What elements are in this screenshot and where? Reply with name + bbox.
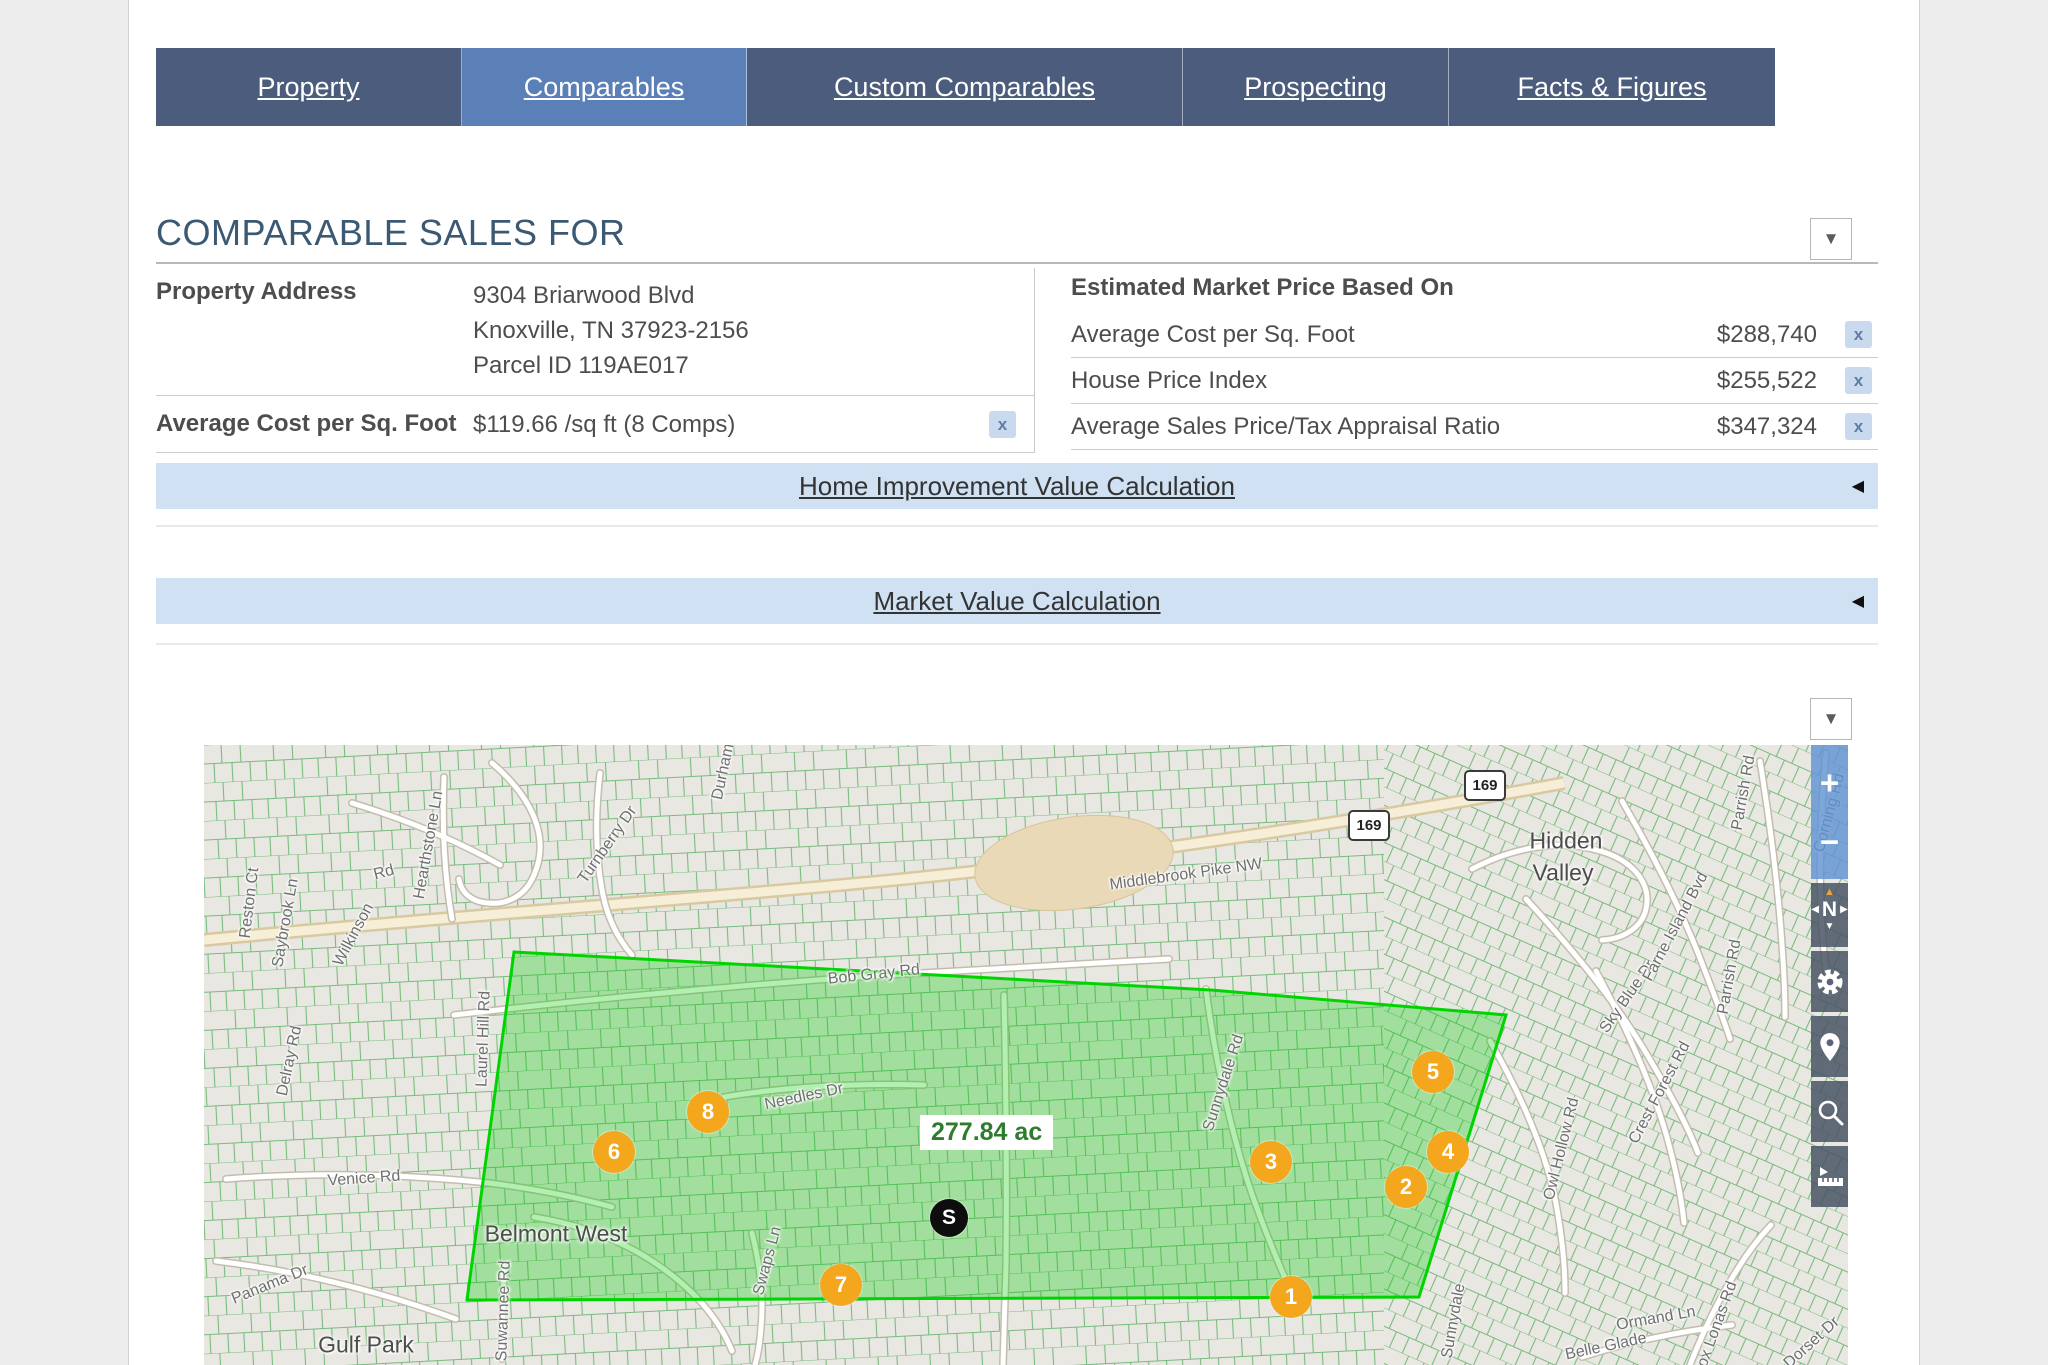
subject-marker[interactable]: S	[930, 1199, 968, 1237]
compass-right-icon: ▶	[1840, 898, 1848, 922]
estimates-pane: Estimated Market Price Based On Average …	[1034, 268, 1878, 453]
compass-up-icon: ▲	[1811, 887, 1848, 898]
section-market-value-label: Market Value Calculation	[873, 586, 1160, 617]
map-measure-button[interactable]	[1811, 1146, 1848, 1207]
section-home-improvement-label: Home Improvement Value Calculation	[799, 471, 1235, 502]
remove-estimate-ratio-button[interactable]: x	[1845, 413, 1872, 440]
place-label-hidden: Hidden	[1530, 828, 1603, 855]
comp-marker-8[interactable]: 8	[687, 1091, 729, 1133]
map-location-button[interactable]	[1811, 1016, 1848, 1077]
compass-north-label: N	[1822, 898, 1837, 922]
tab-prospecting[interactable]: Prospecting	[1183, 48, 1449, 126]
property-info-table: Property Address 9304 Briarwood Blvd Kno…	[156, 268, 1878, 453]
avg-cost-row: Average Cost per Sq. Foot $119.66 /sq ft…	[156, 396, 1034, 453]
zoom-in-button[interactable]: +	[1820, 768, 1839, 798]
map-search-button[interactable]	[1811, 1081, 1848, 1142]
estimate-label: House Price Index	[1071, 367, 1687, 395]
estimate-value: $255,522	[1687, 367, 1817, 395]
comp-marker-4[interactable]: 4	[1427, 1131, 1469, 1173]
content-card: Property Comparables Custom Comparables …	[128, 0, 1920, 1365]
estimate-row-avg-cost: Average Cost per Sq. Foot $288,740 x	[1071, 312, 1878, 358]
compass-left-icon: ◀	[1811, 898, 1819, 922]
zoom-control: + −	[1811, 745, 1848, 879]
avg-cost-label: Average Cost per Sq. Foot	[156, 410, 473, 438]
place-label-belmont-west: Belmont West	[485, 1221, 628, 1248]
caret-down-icon: ▼	[1823, 709, 1840, 729]
address-line-2: Knoxville, TN 37923-2156	[473, 313, 1034, 348]
tab-facts-figures[interactable]: Facts & Figures	[1449, 48, 1775, 126]
map-settings-button[interactable]	[1811, 951, 1848, 1012]
property-info-left: Property Address 9304 Briarwood Blvd Kno…	[156, 268, 1034, 453]
property-address-label: Property Address	[156, 278, 473, 306]
main-nav: Property Comparables Custom Comparables …	[156, 48, 1773, 126]
remove-avg-cost-button[interactable]: x	[989, 411, 1016, 438]
place-label-valley: Valley	[1533, 860, 1594, 887]
search-icon	[1815, 1097, 1845, 1127]
page-title: COMPARABLE SALES FOR	[156, 212, 625, 254]
route-shield-169: 169	[1464, 770, 1506, 801]
ruler-icon	[1815, 1163, 1845, 1191]
estimate-label: Average Sales Price/Tax Appraisal Ratio	[1071, 413, 1687, 441]
road-label-laurel-hill-rd: Laurel Hill Rd	[473, 991, 494, 1088]
section-divider	[156, 525, 1878, 527]
place-label-gulf-park: Gulf Park	[318, 1332, 414, 1359]
collapse-left-icon: ◀	[1852, 591, 1864, 611]
estimate-row-ratio: Average Sales Price/Tax Appraisal Ratio …	[1071, 404, 1878, 450]
title-divider	[156, 262, 1878, 264]
section-market-value[interactable]: Market Value Calculation ◀	[156, 578, 1878, 624]
address-line-1: 9304 Briarwood Blvd	[473, 278, 1034, 313]
map-controls: + − ▲ ◀ N ▶ ▼	[1811, 745, 1848, 1207]
comp-marker-1[interactable]: 1	[1270, 1276, 1312, 1318]
collapse-left-icon: ◀	[1852, 476, 1864, 496]
location-pin-icon	[1817, 1032, 1843, 1062]
tab-comparables[interactable]: Comparables	[462, 48, 747, 126]
route-shield-169: 169	[1348, 810, 1390, 841]
estimate-row-hpi: House Price Index $255,522 x	[1071, 358, 1878, 404]
estimate-label: Average Cost per Sq. Foot	[1071, 321, 1687, 349]
caret-down-icon: ▼	[1823, 229, 1840, 249]
estimate-value: $288,740	[1687, 321, 1817, 349]
remove-estimate-avg-cost-button[interactable]: x	[1845, 321, 1872, 348]
address-line-3: Parcel ID 119AE017	[473, 348, 1034, 383]
avg-cost-value: $119.66 /sq ft (8 Comps)	[473, 407, 989, 442]
map-canvas[interactable]: Reston CtSaybrook LnWilkinsonRdDelray Rd…	[204, 745, 1848, 1365]
comp-marker-3[interactable]: 3	[1250, 1141, 1292, 1183]
road-label-suwannee-rd: Suwannee Rd	[493, 1260, 514, 1361]
gear-icon	[1814, 966, 1846, 998]
collapse-toggle-header[interactable]: ▼	[1810, 218, 1852, 260]
acreage-label: 277.84 ac	[920, 1115, 1053, 1150]
remove-estimate-hpi-button[interactable]: x	[1845, 367, 1872, 394]
compass-down-icon: ▼	[1811, 922, 1848, 932]
comp-marker-6[interactable]: 6	[593, 1131, 635, 1173]
section-divider	[156, 643, 1878, 645]
comp-marker-2[interactable]: 2	[1385, 1166, 1427, 1208]
zoom-out-button[interactable]: −	[1820, 827, 1839, 857]
compass-control[interactable]: ▲ ◀ N ▶ ▼	[1811, 883, 1848, 947]
comp-marker-7[interactable]: 7	[820, 1264, 862, 1306]
comp-marker-5[interactable]: 5	[1412, 1051, 1454, 1093]
tab-property[interactable]: Property	[156, 48, 462, 126]
estimates-header: Estimated Market Price Based On	[1071, 268, 1878, 312]
estimate-value: $347,324	[1687, 413, 1817, 441]
section-home-improvement[interactable]: Home Improvement Value Calculation ◀	[156, 463, 1878, 509]
property-address-row: Property Address 9304 Briarwood Blvd Kno…	[156, 268, 1034, 396]
tab-custom-comparables[interactable]: Custom Comparables	[747, 48, 1183, 126]
collapse-toggle-map[interactable]: ▼	[1810, 698, 1852, 740]
